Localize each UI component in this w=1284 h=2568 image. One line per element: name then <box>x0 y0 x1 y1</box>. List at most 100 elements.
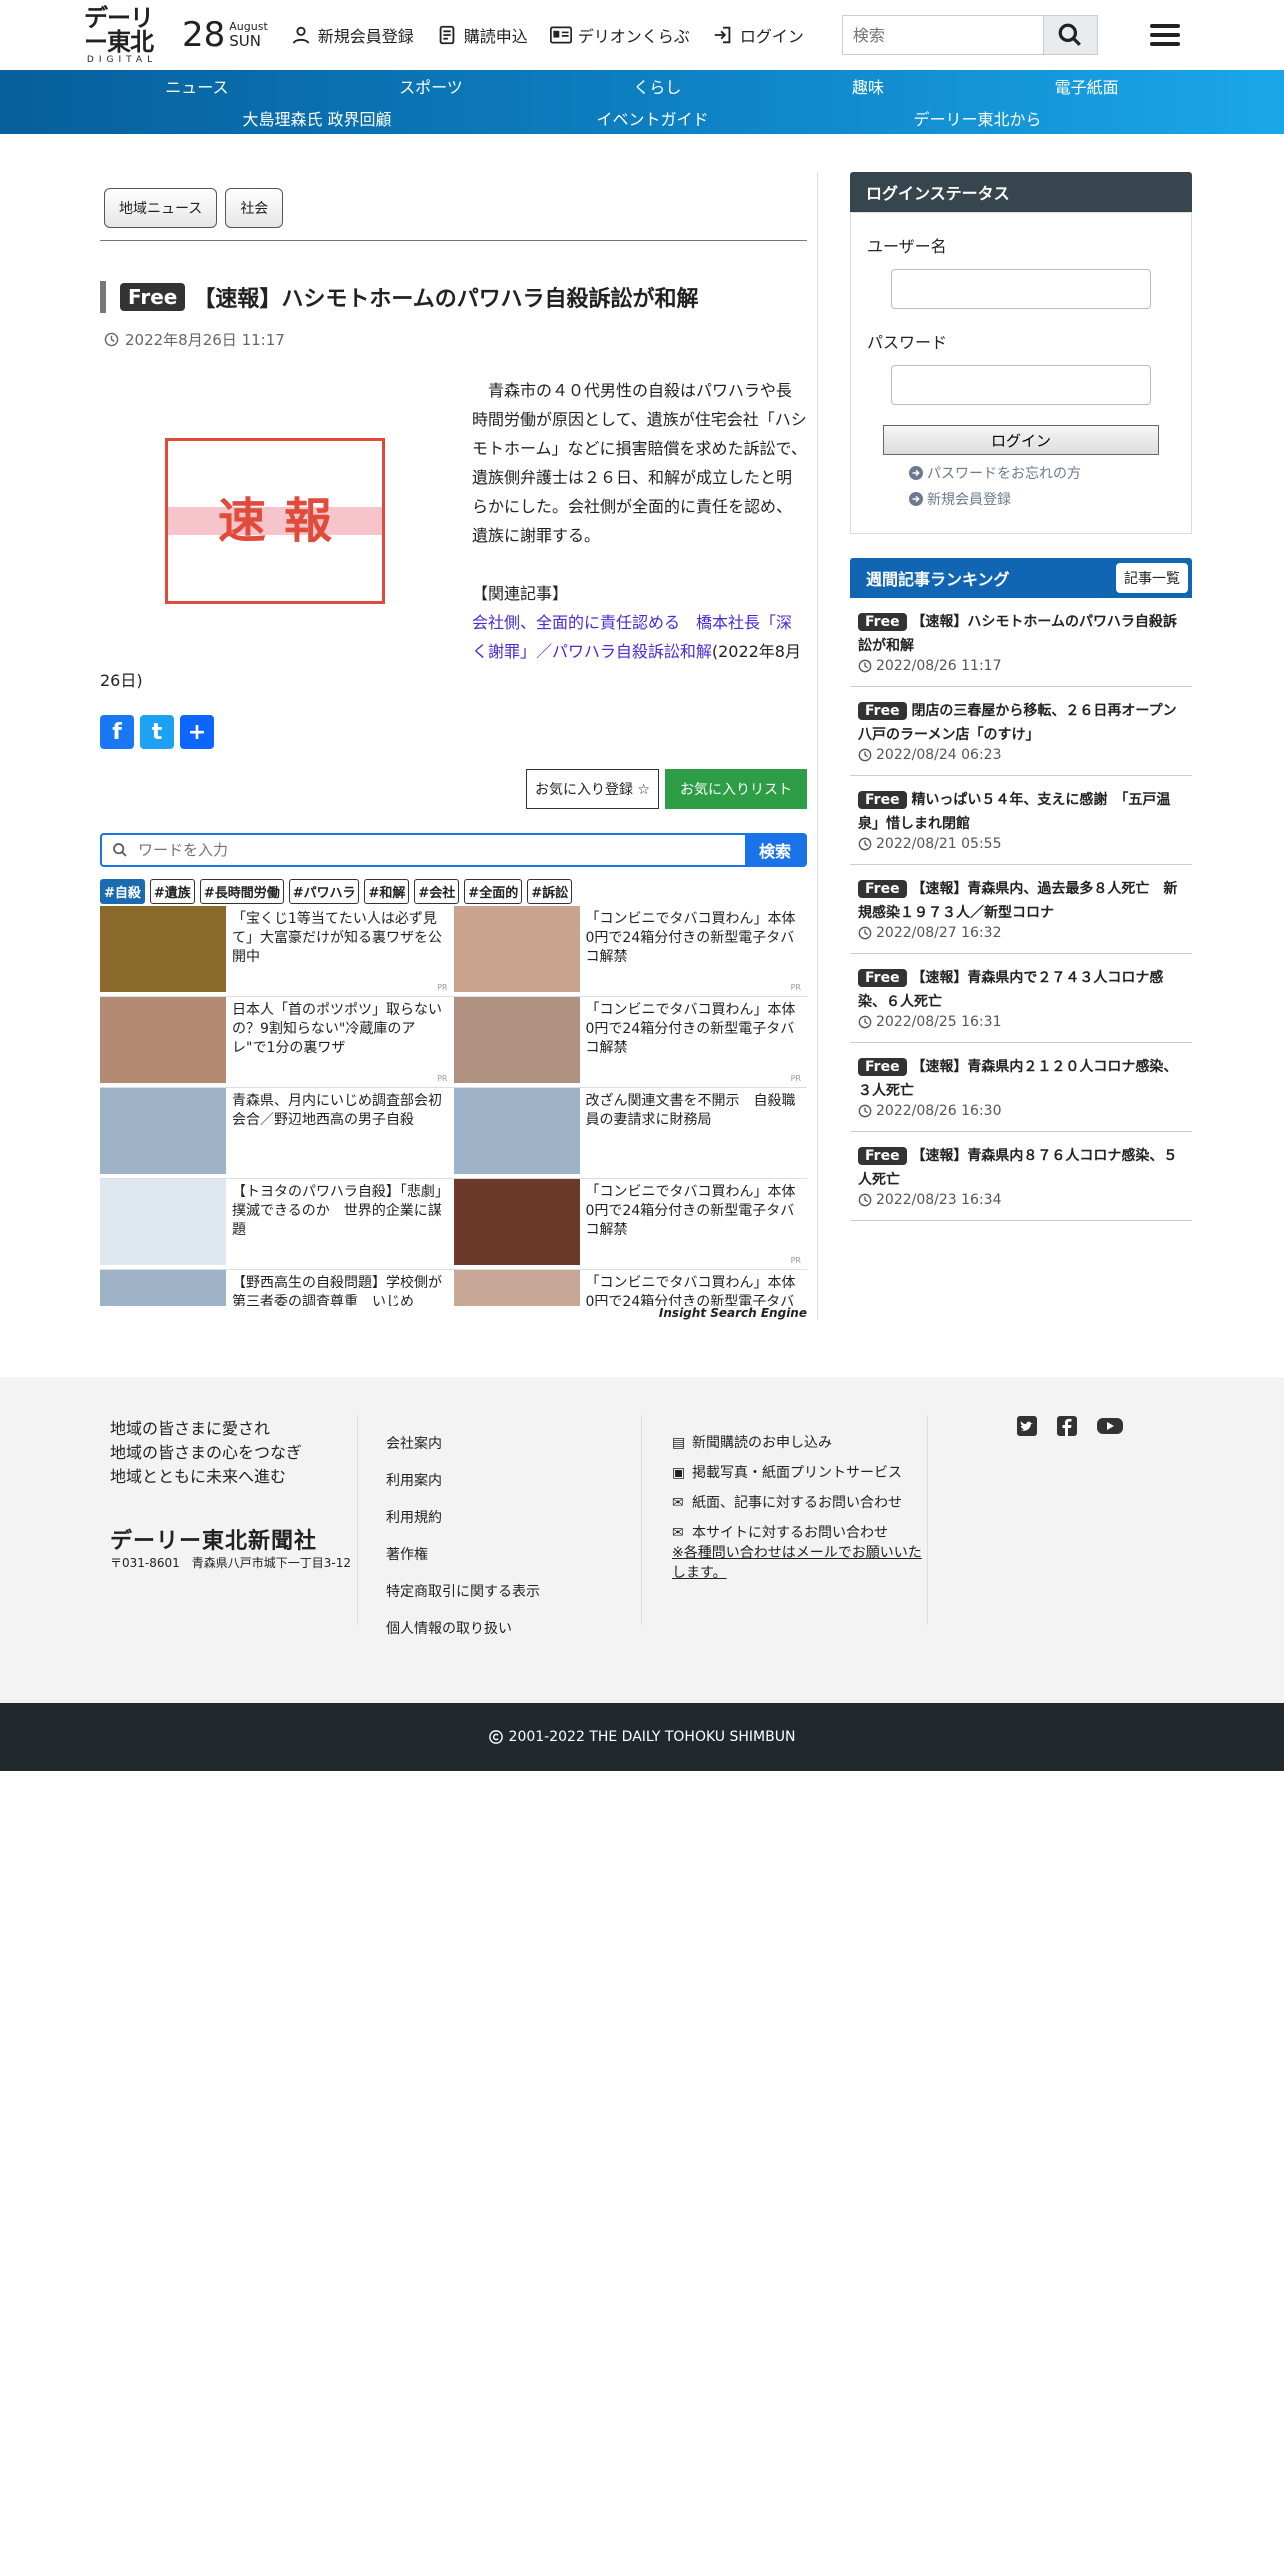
article-title: Free 【速報】ハシモトホームのパワハラ自殺訴訟が和解 <box>100 281 807 313</box>
footer-link-company[interactable]: 会社案内 <box>386 1433 641 1464</box>
menu-icon[interactable] <box>1149 24 1180 46</box>
related-item[interactable]: 青森県、月内にいじめ調査部会初会合／野辺地西高の男子自殺 <box>100 1088 454 1179</box>
ranking-item[interactable]: Free 【速報】青森県内、過去最多８人死亡 新規感染１９７３人／新型コロナ 20… <box>850 865 1192 954</box>
ranking-item-date: 2022/08/26 16:30 <box>876 1103 1002 1119</box>
ranking-item-date: 2022/08/24 06:23 <box>876 747 1002 763</box>
login-button[interactable]: ログイン <box>883 425 1159 455</box>
today-date: 28 August SUN <box>182 18 268 52</box>
related-item[interactable]: 【野西高生の自殺問題】学校側が第三者委の調査尊重 いじめ <box>100 1270 454 1306</box>
password-input[interactable] <box>891 365 1151 405</box>
related-item-thumbnail <box>453 1088 580 1174</box>
ranking-item[interactable]: Free 閉店の三春屋から移転、２６日再オープン 八戸のラーメン店「のすけ」 20… <box>850 687 1192 776</box>
register-link[interactable]: 新規会員登録 <box>290 23 414 47</box>
sidebar: ログインステータス ユーザー名 パスワード ログイン パスワードをお忘れの方 新… <box>850 172 1192 1320</box>
clock-icon <box>858 748 872 762</box>
ise-tag[interactable]: #遺族 <box>149 879 195 904</box>
ise-keyword-tags: #自殺 #遺族 #長時間労働 #パワハラ #和解 #会社 #全面的 #訴訟 <box>100 879 807 904</box>
clock-icon <box>858 1015 872 1029</box>
youtube-icon[interactable] <box>1096 1415 1124 1437</box>
site-logo[interactable]: デーリー東北 DIGITAL <box>84 5 160 65</box>
related-item[interactable]: 「コンビニでタバコ買わん」本体0円で24箱分付きの新型電子タバコ解禁PR <box>453 997 807 1088</box>
clock-icon <box>858 837 872 851</box>
related-item[interactable]: 改ざん関連文書を不開示 自殺職員の妻請求に財務局 <box>453 1088 807 1179</box>
sidebar-register-link[interactable]: 新規会員登録 <box>909 489 1175 509</box>
ise-tag[interactable]: #全面的 <box>464 879 523 904</box>
ise-tag[interactable]: #会社 <box>414 879 460 904</box>
ranking-item[interactable]: Free 【速報】青森県内８７６人コロナ感染、５人死亡 2022/08/23 16… <box>850 1132 1192 1221</box>
free-badge: Free <box>858 1147 907 1165</box>
footer-contact-paper[interactable]: ✉ 紙面、記事に対するお問い合わせ <box>672 1493 927 1513</box>
related-item[interactable]: 「コンビニでタバコ買わん」本体0円で24箱分付きの新型電子タバコ解禁PR <box>453 906 807 997</box>
ise-tag[interactable]: #自殺 <box>100 879 145 904</box>
pr-label: PR <box>437 983 448 992</box>
article-list-button[interactable]: 記事一覧 <box>1116 563 1188 593</box>
ranking-item[interactable]: Free 【速報】ハシモトホームのパワハラ自殺訴訟が和解 2022/08/26 1… <box>850 598 1192 687</box>
nav-sports[interactable]: スポーツ <box>399 74 463 98</box>
favorite-list-button[interactable]: お気に入りリスト <box>665 769 807 809</box>
free-badge: Free <box>120 283 186 311</box>
breaking-news-image: 速報 <box>100 376 450 666</box>
site-search-button[interactable] <box>1042 16 1097 54</box>
related-item-thumbnail <box>100 1088 226 1174</box>
username-input[interactable] <box>891 269 1151 309</box>
ise-search-button[interactable]: 検索 <box>745 835 805 865</box>
facebook-icon[interactable] <box>1056 1415 1078 1437</box>
related-item[interactable]: 「コンビニでタバコ買わん」本体0円で24箱分付きの新型電子タバコ解禁PR <box>453 1270 808 1306</box>
tag-local-news[interactable]: 地域ニュース <box>104 188 218 228</box>
ise-tag[interactable]: #訴訟 <box>527 879 573 904</box>
pr-label: PR <box>437 1074 448 1083</box>
free-badge: Free <box>858 702 907 720</box>
person-icon <box>292 26 309 44</box>
nav-from-daily-tohoku[interactable]: デーリー東北から <box>913 106 1041 130</box>
login-status-heading: ログインステータス <box>850 172 1192 212</box>
share-icon[interactable]: + <box>180 715 214 749</box>
related-item[interactable]: 【トヨタのパワハラ自殺】「悲劇」撲滅できるのか 世界的企業に謀題 <box>100 1179 454 1270</box>
twitter-icon[interactable] <box>1016 1415 1038 1437</box>
ise-search-input[interactable] <box>138 835 745 865</box>
mail-icon: ✉ <box>672 1525 684 1541</box>
favorites-bar: お気に入り登録 ☆ お気に入りリスト <box>100 769 807 809</box>
ise-logo[interactable]: Insight Search Engine <box>100 1306 807 1320</box>
ranking-item[interactable]: Free 【速報】青森県内２１２０人コロナ感染、３人死亡 2022/08/26 1… <box>850 1043 1192 1132</box>
footer-link-commerce[interactable]: 特定商取引に関する表示 <box>386 1581 641 1612</box>
related-item-text: 【トヨタのパワハラ自殺】「悲劇」撲滅できるのか 世界的企業に謀題 <box>232 1184 442 1238</box>
related-item[interactable]: 日本人「首のポツポツ」取らないの？9割知らない"冷蔵庫のアレ"で1分の裏ワザ PR <box>100 997 454 1088</box>
footer-contact-subscribe[interactable]: ▤ 新聞購読のお申し込み <box>672 1433 927 1453</box>
tag-society[interactable]: 社会 <box>225 188 284 228</box>
ise-tag[interactable]: #長時間労働 <box>199 879 284 904</box>
forgot-password-link[interactable]: パスワードをお忘れの方 <box>909 463 1175 483</box>
twitter-icon[interactable]: t <box>140 715 174 749</box>
ranking-item[interactable]: Free 精いっぱい５４年、支えに感謝 「五戸温泉」惜しまれ閉館 2022/08/… <box>850 776 1192 865</box>
add-favorite-button[interactable]: お気に入り登録 ☆ <box>525 769 659 809</box>
register-label: 新規会員登録 <box>317 27 414 46</box>
related-item[interactable]: 「コンビニでタバコ買わん」本体0円で24箱分付きの新型電子タバコ解禁PR <box>453 1179 807 1270</box>
footer-link-terms[interactable]: 利用規約 <box>386 1507 641 1538</box>
nav-news[interactable]: ニュース <box>165 74 228 98</box>
ranking-item-date: 2022/08/23 16:34 <box>876 1192 1002 1208</box>
footer-contact-photo[interactable]: ▣ 掲載写真・紙面プリントサービス <box>672 1463 927 1483</box>
footer-link-guide[interactable]: 利用案内 <box>386 1470 641 1501</box>
facebook-icon[interactable]: f <box>100 715 134 749</box>
nav-event-guide[interactable]: イベントガイド <box>597 106 709 130</box>
related-item[interactable]: 「宝くじ1等当てたい人は必ず見て」大富豪だけが知る裏ワザを公開中 PR <box>100 906 454 997</box>
nav-oshima[interactable]: 大島理森氏 政界回顧 <box>242 106 391 130</box>
nav-hobby[interactable]: 趣味 <box>852 74 884 98</box>
copyright-bar: 2001-2022 THE DAILY TOHOKU SHIMBUN <box>0 1703 1284 1771</box>
ranking-list: Free 【速報】ハシモトホームのパワハラ自殺訴訟が和解 2022/08/26 1… <box>850 598 1192 1221</box>
breaking-news-image-text: 速報 <box>217 492 350 549</box>
login-form: ユーザー名 パスワード ログイン パスワードをお忘れの方 新規会員登録 <box>850 212 1192 534</box>
site-search-input[interactable] <box>842 16 1043 54</box>
nav-e-paper[interactable]: 電子紙面 <box>1055 74 1119 98</box>
ise-tag[interactable]: #パワハラ <box>288 879 360 904</box>
login-link[interactable]: ログイン <box>712 23 804 47</box>
pr-label: PR <box>790 983 801 992</box>
nav-life[interactable]: くらし <box>633 74 681 98</box>
footer-contact-site[interactable]: ✉ 本サイトに対するお問い合わせ <box>672 1523 927 1543</box>
share-buttons: f t + <box>100 715 807 749</box>
footer-link-copyright[interactable]: 著作権 <box>386 1544 641 1575</box>
ise-tag[interactable]: #和解 <box>364 879 410 904</box>
delion-club-link[interactable]: デリオンくらぶ <box>549 23 690 47</box>
footer-link-privacy[interactable]: 個人情報の取り扱い <box>386 1618 641 1649</box>
ranking-item[interactable]: Free 【速報】青森県内で２７４３人コロナ感染、６人死亡 2022/08/25 … <box>850 954 1192 1043</box>
subscribe-link[interactable]: 購読申込 <box>436 23 528 47</box>
